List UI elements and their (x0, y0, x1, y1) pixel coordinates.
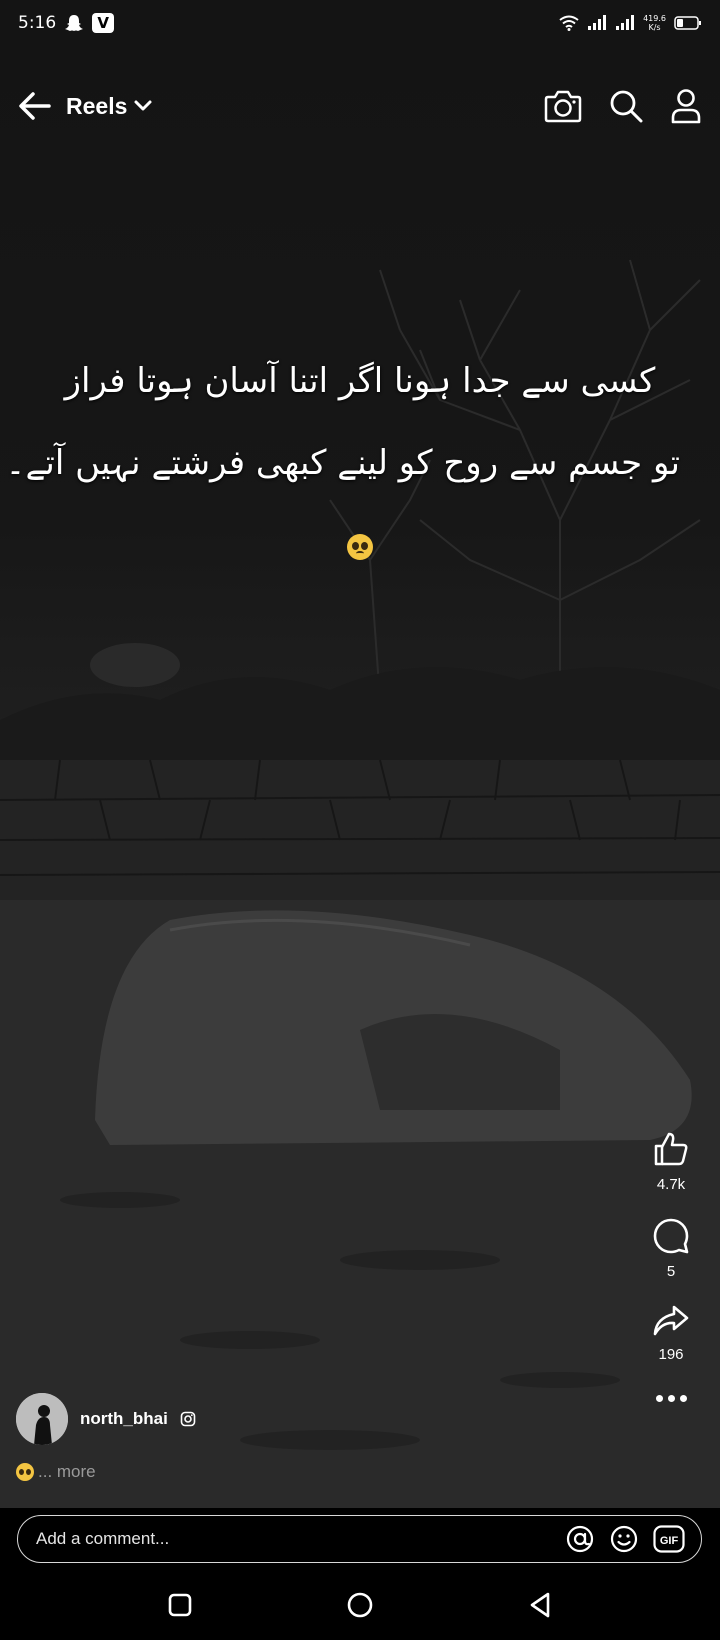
like-count: 4.7k (656, 1176, 686, 1193)
system-nav-bar (0, 1570, 720, 1640)
profile-button[interactable] (670, 88, 702, 124)
reel-author[interactable]: north_bhai (16, 1393, 196, 1445)
comment-count: 5 (666, 1263, 676, 1280)
svg-text:GIF: GIF (660, 1535, 679, 1547)
snapchat-icon (65, 15, 84, 31)
home-circle-icon[interactable] (346, 1591, 374, 1619)
caption-more-link[interactable]: ... more (38, 1462, 96, 1482)
comment-input[interactable]: Add a comment... GIF (17, 1515, 702, 1563)
like-action: 4.7k (652, 1130, 690, 1193)
share-arrow-icon (653, 1305, 689, 1336)
like-button[interactable] (652, 1130, 690, 1168)
author-username[interactable]: north_bhai (80, 1409, 168, 1429)
comment-placeholder: Add a comment... (36, 1529, 170, 1548)
reel-quote: کسی سے جدا ہونا اگر اتنا آسان ہوتا فراز … (5, 340, 680, 586)
search-button[interactable] (608, 88, 644, 124)
thumbs-up-icon (654, 1132, 688, 1166)
v-app-icon: V (92, 13, 115, 33)
comment-button[interactable] (652, 1217, 690, 1255)
comment-tools: GIF (565, 1524, 685, 1554)
recents-square-icon[interactable] (167, 1592, 193, 1618)
action-rail: 4.7k 5 196 (636, 1130, 706, 1426)
emoji-icon[interactable] (609, 1524, 639, 1554)
comment-action: 5 (652, 1217, 690, 1280)
wifi-icon (559, 15, 579, 31)
page-title: Reels (66, 92, 128, 119)
status-time: 5:16 (18, 13, 57, 33)
more-action[interactable] (655, 1387, 687, 1402)
status-right: 419.6 K/s (559, 14, 702, 32)
mention-icon[interactable] (565, 1524, 595, 1554)
scene-illustration (0, 259, 720, 1508)
status-bar: 5:16 V 419.6 K/s (0, 0, 720, 46)
camera-icon (544, 90, 582, 123)
comment-bar: Add a comment... GIF (0, 1508, 720, 1570)
pleading-face-emoji (347, 533, 373, 560)
pleading-face-emoji (16, 1463, 34, 1481)
reels-screen: 5:16 V 419.6 K/s Reels کسی سے جدا ہونا ا… (0, 0, 720, 1640)
back-button[interactable] (18, 91, 52, 121)
reels-title-dropdown[interactable]: Reels (66, 93, 153, 120)
camera-button[interactable] (544, 89, 582, 123)
comment-bubble-icon (653, 1218, 689, 1254)
search-icon (610, 90, 643, 123)
net-speed-value: 419.6 (643, 14, 666, 23)
arrow-left-icon (19, 92, 51, 120)
instagram-icon (180, 1411, 196, 1427)
reel-video[interactable] (0, 0, 720, 1508)
signal-icon (616, 15, 635, 30)
more-options-icon (655, 1395, 687, 1402)
share-count: 196 (658, 1346, 684, 1363)
avatar-silhouette (16, 1393, 68, 1445)
chevron-down-icon (134, 100, 152, 111)
net-speed: 419.6 K/s (643, 14, 666, 32)
quote-line-1: کسی سے جدا ہونا اگر اتنا آسان ہوتا فراز (64, 361, 656, 401)
reel-caption[interactable]: ... more (16, 1462, 96, 1482)
gif-icon[interactable]: GIF (653, 1525, 685, 1553)
share-button[interactable] (652, 1304, 690, 1338)
header-actions (544, 88, 702, 124)
status-left: 5:16 V (18, 13, 115, 33)
avatar[interactable] (16, 1393, 68, 1445)
share-action: 196 (652, 1304, 690, 1363)
signal-icon (588, 15, 607, 30)
quote-line-2: تو جسم سے روح کو لینے کبھی فرشتے نہیں آت… (5, 443, 680, 483)
reels-header: Reels (0, 78, 720, 134)
battery-icon (674, 16, 701, 30)
profile-icon (671, 89, 701, 124)
net-speed-unit: K/s (648, 23, 661, 32)
back-triangle-icon[interactable] (527, 1591, 553, 1619)
